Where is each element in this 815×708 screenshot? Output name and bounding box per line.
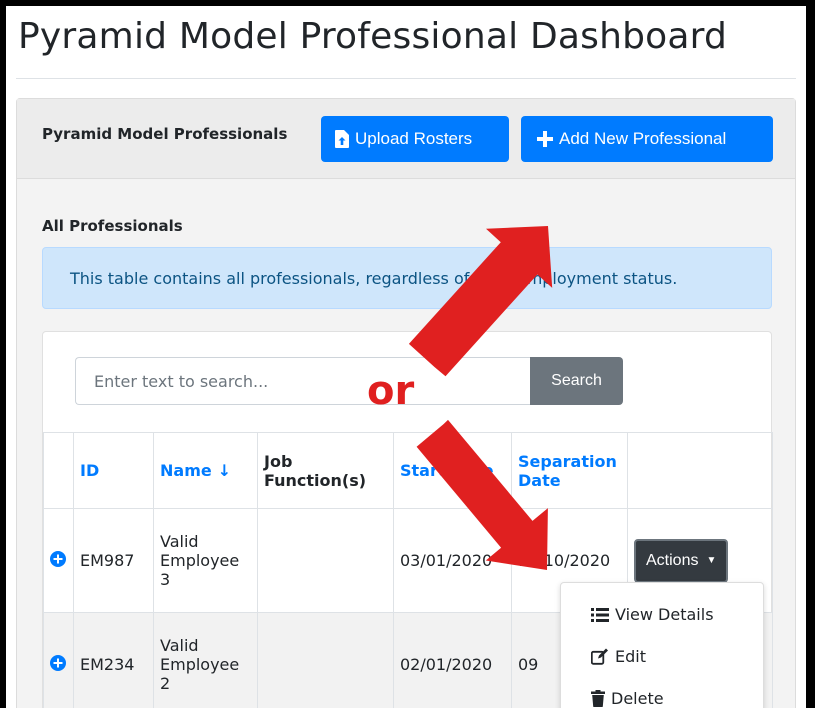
view-details-menu-item[interactable]: View Details — [591, 605, 714, 624]
search-button[interactable]: Search — [530, 357, 623, 405]
add-new-professional-label: Add New Professional — [559, 129, 727, 148]
actions-dropdown-button[interactable]: Actions ▼ — [634, 538, 729, 583]
file-upload-icon — [335, 130, 349, 148]
upload-rosters-button[interactable]: Upload Rosters — [321, 116, 509, 162]
plus-icon — [537, 131, 553, 147]
section-title: All Professionals — [42, 217, 183, 235]
column-header-start-date[interactable]: Start Date — [393, 432, 512, 509]
title-divider — [16, 78, 796, 79]
table-header-row: ID Name ↓ Job Function(s) Start Date Sepa… — [43, 432, 773, 509]
row-id: EM987 — [73, 508, 154, 613]
edit-icon — [591, 648, 609, 665]
column-header-id-label: ID — [80, 461, 100, 480]
row-id: EM234 — [73, 612, 154, 708]
plus-circle-icon[interactable] — [50, 550, 66, 567]
card-header: Pyramid Model Professionals Upload Roste… — [17, 99, 795, 179]
card-header-title: Pyramid Model Professionals — [42, 125, 288, 143]
edit-menu-item[interactable]: Edit — [591, 647, 646, 666]
delete-menu-item[interactable]: Delete — [591, 689, 664, 708]
row-expand-cell[interactable] — [43, 612, 74, 708]
upload-rosters-label: Upload Rosters — [355, 129, 473, 148]
row-name: Valid Employee 3 — [153, 508, 258, 613]
screenshot-frame: Pyramid Model Professional Dashboard Pyr… — [6, 6, 806, 708]
actions-dropdown-menu: View Details Edit Delete — [560, 582, 764, 708]
column-header-actions — [627, 432, 773, 509]
caret-down-icon: ▼ — [706, 555, 717, 566]
delete-label: Delete — [611, 689, 664, 708]
page-title: Pyramid Model Professional Dashboard — [18, 16, 728, 57]
column-header-job-functions: Job Function(s) — [257, 432, 394, 509]
row-name: Valid Employee 2 — [153, 612, 258, 708]
edit-label: Edit — [615, 647, 646, 666]
trash-icon — [591, 690, 605, 707]
info-alert: This table contains all professionals, r… — [42, 247, 772, 309]
row-job-functions — [257, 612, 394, 708]
plus-circle-icon[interactable] — [50, 654, 66, 671]
column-header-id[interactable]: ID — [73, 432, 154, 509]
actions-label: Actions — [646, 551, 699, 569]
view-details-label: View Details — [615, 605, 714, 624]
column-header-name-label: Name — [160, 461, 212, 480]
column-header-expand — [43, 432, 74, 509]
add-new-professional-button[interactable]: Add New Professional — [521, 116, 773, 162]
sort-down-arrow-icon: ↓ — [217, 461, 232, 480]
row-expand-cell[interactable] — [43, 508, 74, 613]
search-input[interactable] — [75, 357, 531, 405]
column-header-separation-date[interactable]: Separation Date — [511, 432, 628, 509]
list-icon — [591, 607, 609, 623]
row-start-date: 03/01/2020 — [393, 508, 512, 613]
or-annotation-label: or — [367, 368, 415, 414]
row-start-date: 02/01/2020 — [393, 612, 512, 708]
row-job-functions — [257, 508, 394, 613]
column-header-name[interactable]: Name ↓ — [153, 432, 258, 509]
